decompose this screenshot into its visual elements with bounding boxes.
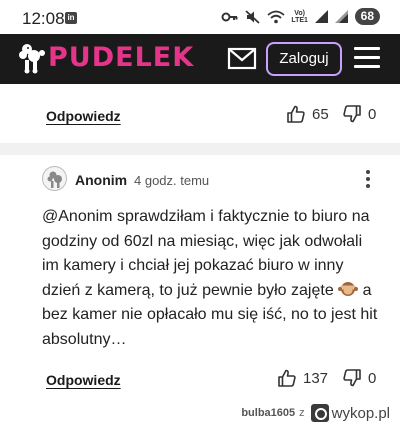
battery-indicator: 68 [354,8,380,25]
signal-icon [314,10,328,23]
logo-text: PUDELEK [48,42,195,73]
dislike-count: 0 [368,369,377,387]
reply-link[interactable]: Odpowiedz [46,108,121,124]
linkedin-notification-icon: in [65,12,77,24]
like-button[interactable]: 137 [278,369,328,387]
menu-icon-line [354,65,380,68]
poodle-avatar-icon [47,171,62,188]
menu-icon-line [354,47,380,50]
comment-divider [0,143,400,155]
like-button[interactable]: 65 [287,105,329,123]
logo[interactable]: PUDELEK [16,42,194,74]
comment-header: Anonim 4 godz. temu [42,166,382,194]
comment-author[interactable]: Anonim [75,172,127,188]
poodle-icon [19,44,45,74]
like-count: 65 [312,105,329,123]
comment-actions: Odpowiedz 65 0 [0,102,400,132]
site-header: PUDELEK Zaloguj [0,34,400,84]
more-icon-dot [366,177,370,181]
signal-icon-2 [334,10,348,23]
mail-icon [227,47,257,70]
dislike-count: 0 [368,105,377,123]
volte-label: Vo) LTE1 [291,9,308,24]
comment-text: @Anonim sprawdziłam i faktycznie to biur… [42,205,382,353]
screen: 12:08 in Vo) LTE1 68 PUDELEK Zaloguj Odp… [0,0,400,430]
menu-icon-line [354,56,380,59]
like-count: 137 [303,369,329,387]
wykop-logo-icon [310,404,329,422]
comment-text-main: @Anonim sprawdziłam i faktycznie to biur… [42,208,370,299]
watermark-site: wykop.pl [331,404,390,422]
watermark-separator: z [299,407,305,419]
watermark: bulba1605 z wykop.pl [241,404,390,422]
comment-actions: Odpowiedz 137 0 [0,366,400,396]
key-icon [221,12,238,21]
avatar[interactable] [42,166,67,191]
status-time: 12:08 [22,9,65,28]
menu-button[interactable] [354,47,380,69]
status-icons: Vo) LTE1 68 [221,8,380,25]
messages-button[interactable] [227,46,257,72]
reply-link[interactable]: Odpowiedz [46,372,121,388]
thumbs-down-icon [343,105,361,123]
more-options-button[interactable] [365,170,371,190]
comment-time: 4 godz. temu [134,173,210,188]
more-icon-dot [366,170,370,174]
login-button[interactable]: Zaloguj [266,42,342,76]
thumbs-up-icon [287,105,305,123]
thumbs-down-icon [343,369,361,387]
see-no-evil-monkey-icon [338,281,359,296]
status-bar: 12:08 in Vo) LTE1 68 [0,0,400,34]
wifi-icon [267,10,285,23]
dislike-button[interactable]: 0 [343,105,376,123]
dislike-button[interactable]: 0 [343,369,376,387]
mute-icon [245,9,260,24]
thumbs-up-icon [278,369,296,387]
more-icon-dot [366,184,370,188]
watermark-user: bulba1605 [241,407,296,419]
